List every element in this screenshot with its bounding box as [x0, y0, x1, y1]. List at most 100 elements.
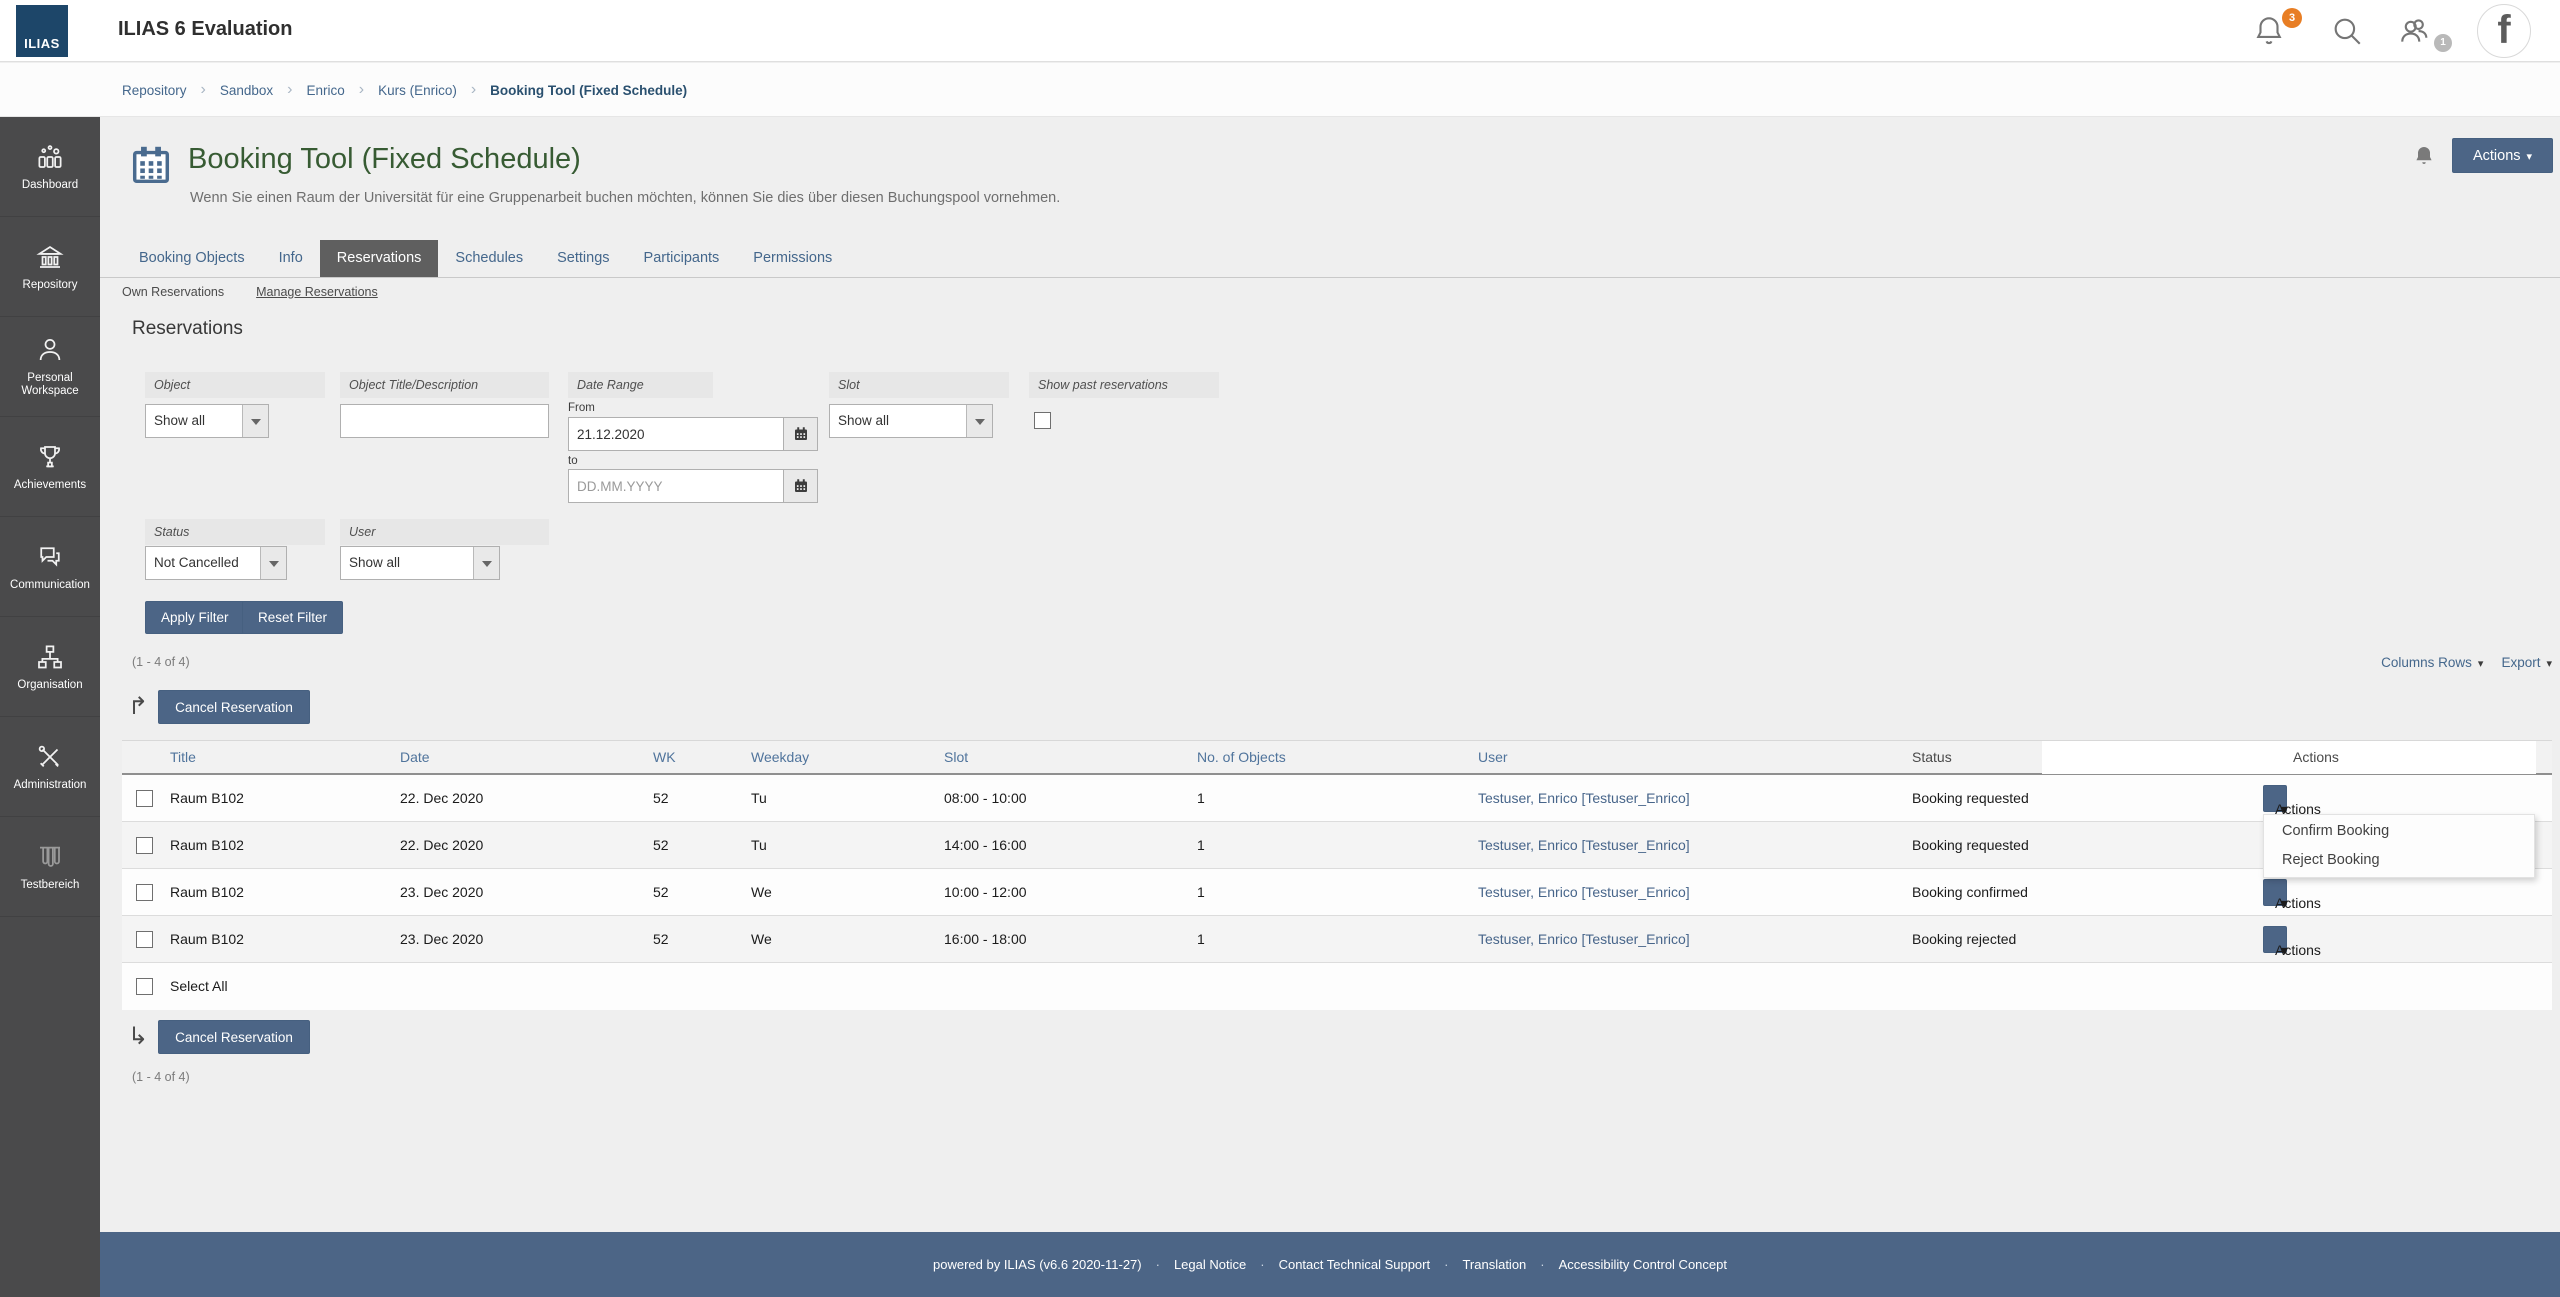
- tab-settings[interactable]: Settings: [540, 240, 626, 277]
- sidebar-item-communication[interactable]: Communication: [0, 517, 100, 617]
- breadcrumb-separator: ›: [470, 81, 477, 98]
- filter-user-select[interactable]: Show all: [340, 546, 500, 580]
- breadcrumb-separator: ›: [358, 81, 365, 98]
- footer-link-translation[interactable]: Translation: [1462, 1257, 1526, 1272]
- top-header-bar: ILIAS ILIAS 6 Evaluation 3 1 f: [0, 0, 2560, 62]
- tab-permissions[interactable]: Permissions: [736, 240, 849, 277]
- date-to-calendar-button[interactable]: [784, 469, 818, 503]
- table-row: Raum B102 23. Dec 2020 52 We 10:00 - 12:…: [122, 869, 2552, 916]
- filter-date-to-input[interactable]: [568, 469, 784, 503]
- notification-activation-bell-icon[interactable]: [2412, 144, 2436, 168]
- user-link[interactable]: Testuser, Enrico [Testuser_Enrico]: [1478, 931, 1690, 947]
- reset-filter-button[interactable]: Reset Filter: [242, 601, 344, 634]
- sidebar-item-organisation[interactable]: Organisation: [0, 617, 100, 717]
- tab-reservations[interactable]: Reservations: [319, 240, 439, 277]
- user-link[interactable]: Testuser, Enrico [Testuser_Enrico]: [1478, 837, 1690, 853]
- footer-link-legal-notice[interactable]: Legal Notice: [1174, 1257, 1246, 1272]
- who-is-online-icon[interactable]: [2398, 14, 2432, 48]
- table-header-row: Title Date WK Weekday Slot No. of Object…: [122, 740, 2552, 775]
- tab-info[interactable]: Info: [262, 240, 320, 277]
- row-actions-button[interactable]: Actions▾: [2263, 926, 2321, 958]
- filter-status-select[interactable]: Not Cancelled: [145, 546, 287, 580]
- user-avatar[interactable]: f: [2477, 4, 2531, 58]
- row-checkbox[interactable]: [136, 884, 153, 901]
- select-all-checkbox[interactable]: [136, 978, 153, 995]
- subtab-manage-reservations[interactable]: Manage Reservations: [256, 285, 378, 299]
- notifications-bell-icon[interactable]: [2252, 14, 2286, 48]
- breadcrumb-item[interactable]: Enrico: [306, 83, 344, 98]
- breadcrumb-item[interactable]: Repository: [122, 83, 187, 98]
- status-text: Booking rejected: [1912, 931, 2017, 947]
- page-actions-button[interactable]: Actions ▾: [2452, 138, 2553, 173]
- footer-link-contact-support[interactable]: Contact Technical Support: [1279, 1257, 1431, 1272]
- bulk-action-bar-top: ↱ Cancel Reservation: [128, 690, 310, 724]
- filter-show-past-checkbox[interactable]: [1034, 412, 1051, 429]
- tab-booking-objects[interactable]: Booking Objects: [122, 240, 262, 277]
- column-header-wk[interactable]: WK: [653, 749, 676, 765]
- sidebar-item-testbereich[interactable]: Testbereich: [0, 817, 100, 917]
- filter-label-user: User: [340, 519, 549, 545]
- sidebar-item-repository[interactable]: Repository: [0, 217, 100, 317]
- row-checkbox[interactable]: [136, 931, 153, 948]
- row-actions-button[interactable]: Actions▾: [2263, 879, 2321, 911]
- cancel-reservation-button-bottom[interactable]: Cancel Reservation: [158, 1020, 310, 1054]
- footer-separator: ·: [1260, 1257, 1265, 1272]
- date-from-calendar-button[interactable]: [784, 417, 818, 451]
- calendar-icon: [794, 479, 807, 492]
- breadcrumb: Repository › Sandbox › Enrico › Kurs (En…: [122, 63, 687, 117]
- breadcrumb-separator: ›: [200, 81, 206, 98]
- tab-participants[interactable]: Participants: [627, 240, 737, 277]
- filter-slot-select[interactable]: Show all: [829, 404, 993, 438]
- sidebar-item-dashboard[interactable]: Dashboard: [0, 117, 100, 217]
- reservations-table: Title Date WK Weekday Slot No. of Object…: [122, 740, 2552, 1010]
- row-checkbox[interactable]: [136, 837, 153, 854]
- breadcrumb-item-current[interactable]: Booking Tool (Fixed Schedule): [490, 83, 687, 98]
- filter-object-title-input[interactable]: [340, 404, 549, 438]
- cancel-reservation-button-top[interactable]: Cancel Reservation: [158, 690, 310, 724]
- column-header-slot[interactable]: Slot: [944, 749, 968, 765]
- table-view-controls: Columns Rows ▾ Export ▾: [2381, 655, 2552, 670]
- column-header-num-objects[interactable]: No. of Objects: [1197, 749, 1286, 765]
- sidebar-item-personal-workspace[interactable]: Personal Workspace: [0, 317, 100, 417]
- breadcrumb-item[interactable]: Sandbox: [220, 83, 273, 98]
- filter-object-select[interactable]: Show all: [145, 404, 269, 438]
- user-link[interactable]: Testuser, Enrico [Testuser_Enrico]: [1478, 790, 1690, 806]
- filter-date-from-input[interactable]: [568, 417, 784, 451]
- row-checkbox[interactable]: [136, 790, 153, 807]
- column-header-title[interactable]: Title: [170, 749, 196, 765]
- ilias-logo[interactable]: ILIAS: [16, 5, 68, 57]
- column-header-weekday[interactable]: Weekday: [751, 749, 809, 765]
- testbereich-icon: [40, 846, 60, 867]
- organisation-icon: [38, 645, 62, 668]
- column-header-user[interactable]: User: [1478, 749, 1508, 765]
- caret-down-icon: ▾: [2546, 658, 2552, 670]
- row-actions-button[interactable]: Actions▾: [2263, 785, 2321, 817]
- main-sidebar: Dashboard Repository Personal Workspace …: [0, 117, 100, 1297]
- breadcrumb-item[interactable]: Kurs (Enrico): [378, 83, 457, 98]
- sidebar-item-achievements[interactable]: Achievements: [0, 417, 100, 517]
- tab-schedules[interactable]: Schedules: [438, 240, 540, 277]
- menu-item-confirm-booking[interactable]: Confirm Booking: [2264, 817, 2534, 846]
- columns-rows-dropdown[interactable]: Columns Rows ▾: [2381, 655, 2483, 670]
- administration-icon: [38, 745, 59, 767]
- date-to-label: to: [568, 455, 578, 467]
- filter-label-show-past: Show past reservations: [1029, 372, 1219, 398]
- subtab-bar: Own Reservations Manage Reservations: [122, 285, 378, 299]
- breadcrumb-bar: Repository › Sandbox › Enrico › Kurs (En…: [0, 63, 2560, 117]
- subtab-own-reservations[interactable]: Own Reservations: [122, 285, 224, 299]
- search-icon[interactable]: [2330, 14, 2364, 48]
- select-all-row: Select All: [122, 963, 2552, 1010]
- sidebar-item-administration[interactable]: Administration: [0, 717, 100, 817]
- status-text: Booking confirmed: [1912, 884, 2028, 900]
- apply-filter-button[interactable]: Apply Filter: [145, 601, 245, 634]
- actions-dropdown-menu: Confirm Booking Reject Booking: [2263, 814, 2535, 878]
- table-row: Raum B102 22. Dec 2020 52 Tu 14:00 - 16:…: [122, 822, 2552, 869]
- user-link[interactable]: Testuser, Enrico [Testuser_Enrico]: [1478, 884, 1690, 900]
- table-row: Raum B102 22. Dec 2020 52 Tu 08:00 - 10:…: [122, 775, 2552, 822]
- column-header-date[interactable]: Date: [400, 749, 430, 765]
- notification-count-badge: 3: [2282, 8, 2302, 28]
- menu-item-reject-booking[interactable]: Reject Booking: [2264, 846, 2534, 875]
- main-content: Booking Tool (Fixed Schedule) Wenn Sie e…: [100, 117, 2560, 1232]
- export-dropdown[interactable]: Export ▾: [2501, 655, 2552, 670]
- footer-link-accessibility[interactable]: Accessibility Control Concept: [1559, 1257, 1727, 1272]
